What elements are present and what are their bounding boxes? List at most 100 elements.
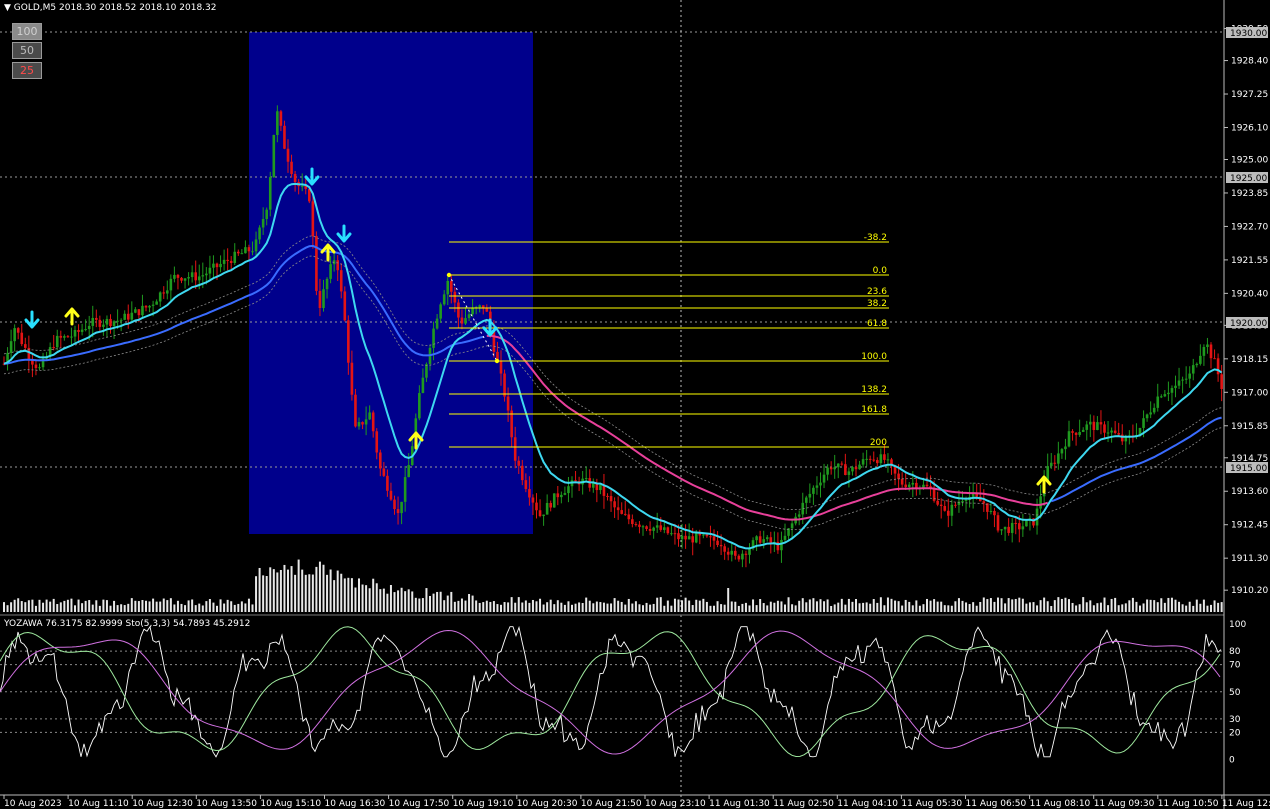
candle-body [421, 377, 425, 394]
candle-body [212, 263, 215, 268]
price-label: 1927.25 [1231, 90, 1268, 100]
volume-bar [1178, 601, 1181, 612]
candle-body [1064, 446, 1067, 450]
volume-bar [240, 601, 243, 612]
scale-100-button[interactable]: 100 [12, 23, 42, 40]
candle-body [1181, 379, 1184, 381]
trading-chart[interactable]: -38.20.023.638.261.8100.0138.2161.8200 1… [0, 0, 1270, 809]
volume-bar [31, 599, 34, 612]
volume-bar [49, 601, 52, 612]
candle-body [148, 305, 151, 308]
candle-body [609, 496, 613, 502]
candle-body [322, 289, 325, 309]
candle-body [883, 454, 886, 460]
volume-bar [1099, 602, 1102, 612]
candle-body [119, 319, 123, 321]
volume-bar [1156, 602, 1159, 612]
volume-bar [226, 599, 229, 612]
volume-bar [744, 602, 747, 612]
candle-body [98, 319, 102, 327]
volume-bar [1188, 601, 1191, 612]
volume-bar [556, 600, 559, 612]
candle-body [872, 459, 876, 461]
fib-level-label: 23.6 [867, 287, 887, 297]
volume-bar [922, 604, 925, 612]
menu-triangle-icon[interactable]: ▼ [4, 3, 11, 13]
candle-body [947, 510, 950, 516]
candle-body [283, 125, 286, 149]
candle-body [105, 318, 109, 325]
volume-bar [492, 601, 495, 612]
volume-bar [145, 600, 147, 612]
candle-body [272, 134, 276, 178]
candle-body [964, 500, 968, 502]
volume-bar [439, 591, 442, 612]
fib-level-label: 100.0 [861, 352, 887, 362]
candle-body [9, 341, 13, 353]
candle-body [936, 500, 939, 505]
price-label: 1915.85 [1231, 422, 1268, 432]
volume-bar [322, 564, 325, 612]
volume-bar [233, 604, 236, 612]
candle-body [943, 506, 947, 511]
volume-bar [808, 599, 811, 612]
volume-bar [347, 577, 350, 612]
candle-body [208, 267, 212, 274]
candle-body [666, 527, 670, 534]
fib-anchor-point [494, 358, 500, 364]
candle-body [318, 290, 322, 309]
volume-bar [63, 600, 66, 612]
candle-body [844, 464, 847, 475]
volume-bar [915, 600, 918, 612]
volume-bar [1075, 605, 1078, 612]
volume-bar [926, 598, 928, 612]
volume-bar [943, 605, 946, 612]
volume-bar [1060, 598, 1063, 612]
price-box-label: 1920.00 [1230, 319, 1267, 329]
candle-body [389, 490, 393, 500]
price-label: 1922.70 [1231, 222, 1268, 232]
candle-body [336, 260, 339, 271]
price-label: 1910.20 [1231, 586, 1268, 596]
volume-bar [833, 604, 836, 612]
time-label: 11 Aug 12:10 [1222, 799, 1270, 809]
volume-bar [255, 576, 258, 612]
candle-body [517, 460, 521, 466]
candle-body [790, 523, 794, 529]
candle-body [648, 528, 652, 531]
candle-body [922, 484, 925, 488]
volume-bar [737, 605, 740, 612]
candle-body [254, 239, 258, 252]
volume-bar [191, 599, 194, 612]
volume-bar [997, 597, 999, 612]
volume-bar [262, 575, 265, 612]
candle-body [396, 509, 400, 514]
candle-body [268, 177, 272, 210]
volume-bar [791, 604, 794, 612]
volume-bar [20, 601, 23, 612]
scale-50-button[interactable]: 50 [12, 42, 42, 59]
volume-bar [1050, 605, 1053, 612]
candle-body [158, 292, 162, 302]
volume-bar [521, 602, 524, 612]
volume-bar [542, 604, 545, 612]
volume-bar [663, 605, 666, 612]
volume-bar [1004, 603, 1007, 612]
volume-bar [272, 569, 275, 612]
volume-bar [876, 602, 879, 612]
volume-bar [709, 605, 712, 612]
volume-bar [287, 569, 289, 612]
volume-bar [872, 599, 875, 612]
volume-bar [780, 601, 783, 612]
volume-bar [414, 597, 417, 612]
volume-bar [585, 597, 588, 612]
candle-body [173, 274, 176, 279]
candle-body [382, 468, 386, 476]
volume-bar [602, 602, 605, 612]
volume-bar [247, 598, 250, 612]
candle-body [1163, 394, 1167, 397]
scale-25-button[interactable]: 25 [12, 62, 42, 79]
candle-body [833, 467, 836, 470]
volume-bar [372, 578, 375, 612]
candle-body [357, 422, 361, 427]
